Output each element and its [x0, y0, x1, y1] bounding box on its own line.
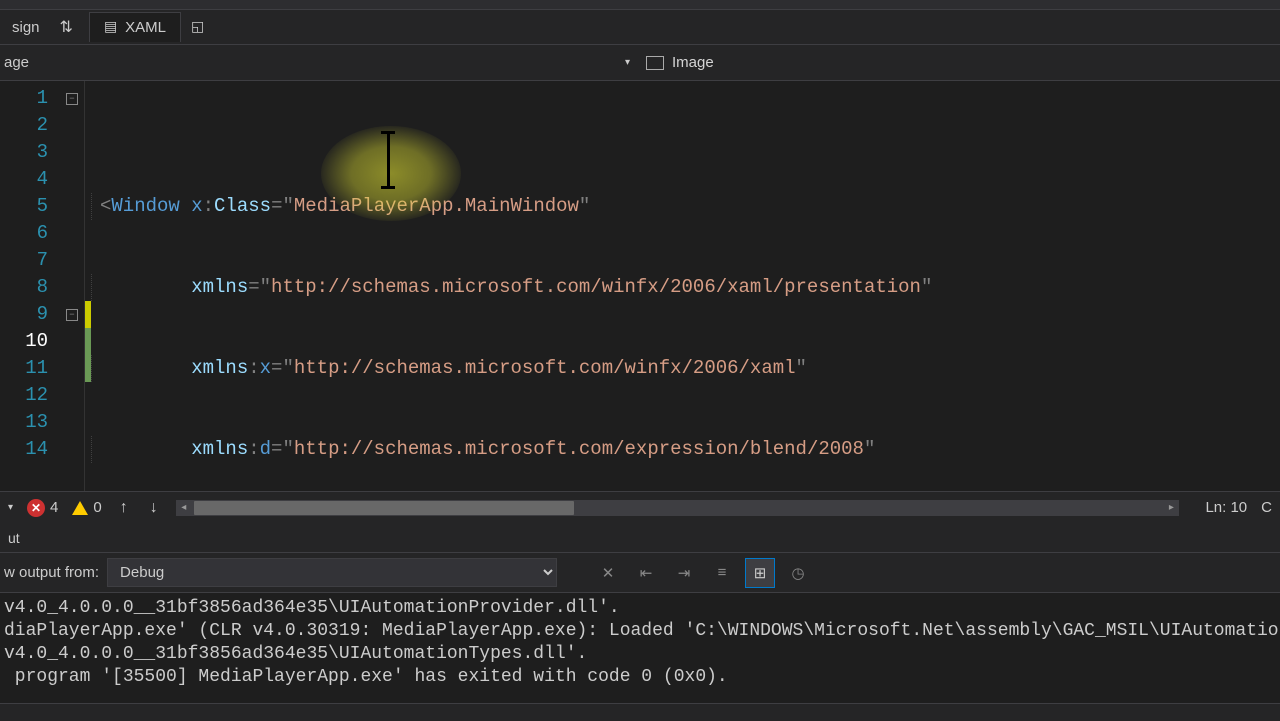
- fold-gutter: − −: [60, 81, 85, 491]
- code-line: xmlns="http://schemas.microsoft.com/winf…: [91, 274, 1280, 301]
- swap-panes-icon[interactable]: ⇅: [52, 17, 81, 37]
- text-cursor-icon: [381, 131, 395, 189]
- line-indicator[interactable]: Ln: 10: [1205, 499, 1247, 516]
- warning-count[interactable]: 0: [72, 499, 101, 516]
- code-line: <Window x:Class="MediaPlayerApp.MainWind…: [91, 193, 1280, 220]
- element-icon: [646, 56, 664, 70]
- breadcrumb-right-text: Image: [672, 54, 714, 71]
- fold-toggle[interactable]: −: [66, 93, 78, 105]
- popout-icon[interactable]: ◱: [181, 19, 214, 36]
- scroll-left-icon[interactable]: ◂: [176, 502, 192, 513]
- output-toolbar: w output from: Debug ✕ ⇤ ⇥ ≡ ⊞ ◷: [0, 553, 1280, 593]
- breadcrumb-left-text: age: [4, 54, 29, 71]
- output-text[interactable]: v4.0_4.0.0.0__31bf3856ad364e35\UIAutomat…: [0, 593, 1280, 703]
- output-panel-header: ut: [0, 523, 1280, 553]
- xaml-tab[interactable]: ▤ XAML: [89, 12, 181, 42]
- code-editor[interactable]: 1 2 3 4 5 6 7 8 9 10 11 12 13 14 − − <Wi…: [0, 81, 1280, 491]
- indent-right-icon[interactable]: ⇥: [669, 558, 699, 588]
- xaml-tab-label: XAML: [125, 19, 166, 36]
- breadcrumb-bar: age ▾ Image: [0, 45, 1280, 81]
- word-wrap-icon[interactable]: ≡: [707, 558, 737, 588]
- editor-status-bar: ▾ ✕ 4 0 ↑ ↓ ◂ ▸ Ln: 10 C: [0, 491, 1280, 523]
- toggle-output-icon[interactable]: ⊞: [745, 558, 775, 588]
- history-icon[interactable]: ◷: [783, 558, 813, 588]
- col-indicator[interactable]: C: [1261, 499, 1272, 516]
- bottom-tab-strip: [0, 703, 1280, 721]
- code-line: xmlns:d="http://schemas.microsoft.com/ex…: [91, 436, 1280, 463]
- error-icon: ✕: [27, 499, 45, 517]
- nav-up-icon[interactable]: ↑: [116, 499, 132, 517]
- warning-icon: [72, 501, 88, 515]
- xaml-file-icon: ▤: [104, 19, 117, 36]
- error-count[interactable]: ✕ 4: [27, 499, 58, 517]
- scroll-right-icon[interactable]: ▸: [1163, 502, 1179, 513]
- editor-tabs: sign ⇅ ▤ XAML ◱: [0, 10, 1280, 45]
- top-toolbar: [0, 0, 1280, 10]
- scrollbar-thumb[interactable]: [194, 501, 574, 515]
- indent-left-icon[interactable]: ⇤: [631, 558, 661, 588]
- horizontal-scrollbar[interactable]: ◂ ▸: [176, 500, 1180, 516]
- design-tab[interactable]: sign: [0, 13, 52, 42]
- fold-toggle[interactable]: −: [66, 309, 78, 321]
- nav-down-icon[interactable]: ↓: [146, 499, 162, 517]
- output-tab[interactable]: ut: [4, 526, 30, 552]
- chevron-down-icon[interactable]: ▾: [625, 57, 630, 68]
- clear-output-icon[interactable]: ✕: [593, 558, 623, 588]
- breadcrumb-left[interactable]: age ▾: [0, 54, 638, 71]
- chevron-down-icon[interactable]: ▾: [8, 502, 13, 513]
- output-from-label: w output from:: [4, 564, 99, 581]
- line-number-gutter: 1 2 3 4 5 6 7 8 9 10 11 12 13 14: [0, 81, 60, 491]
- code-area[interactable]: <Window x:Class="MediaPlayerApp.MainWind…: [91, 81, 1280, 491]
- code-line: xmlns:x="http://schemas.microsoft.com/wi…: [91, 355, 1280, 382]
- output-source-dropdown[interactable]: Debug: [107, 558, 557, 587]
- breadcrumb-right[interactable]: Image: [638, 54, 1280, 71]
